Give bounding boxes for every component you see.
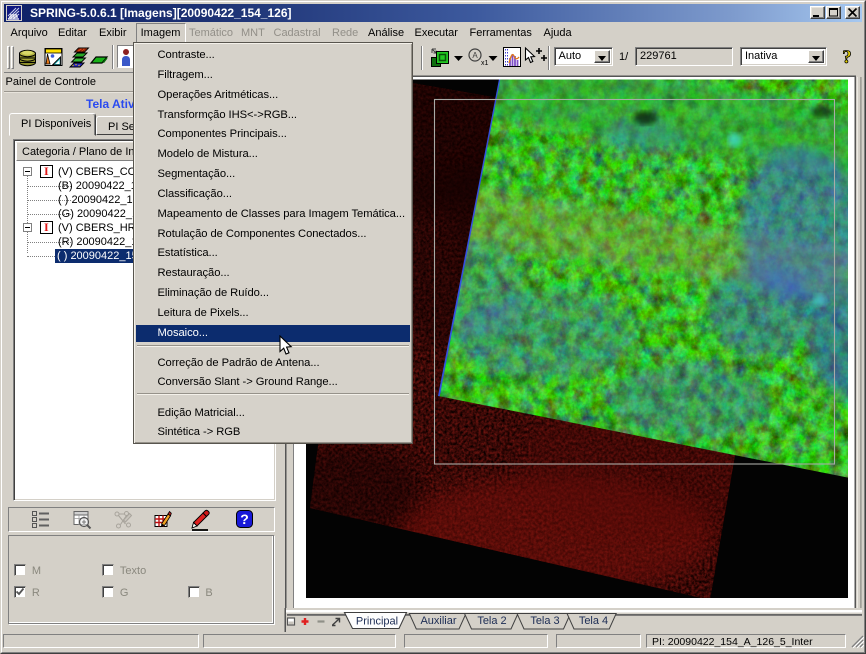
svg-text:Auxiliar: Auxiliar bbox=[420, 615, 456, 627]
svg-text:Tela 4: Tela 4 bbox=[579, 615, 608, 627]
svg-text:Tela 3: Tela 3 bbox=[530, 615, 559, 627]
svg-text:Tela 2: Tela 2 bbox=[477, 615, 506, 627]
svg-text:?: ? bbox=[240, 511, 249, 527]
svg-text:A: A bbox=[472, 51, 478, 60]
svg-text:x1: x1 bbox=[481, 60, 489, 67]
svg-text:Principal: Principal bbox=[356, 616, 398, 628]
svg-text:?: ? bbox=[842, 47, 852, 68]
